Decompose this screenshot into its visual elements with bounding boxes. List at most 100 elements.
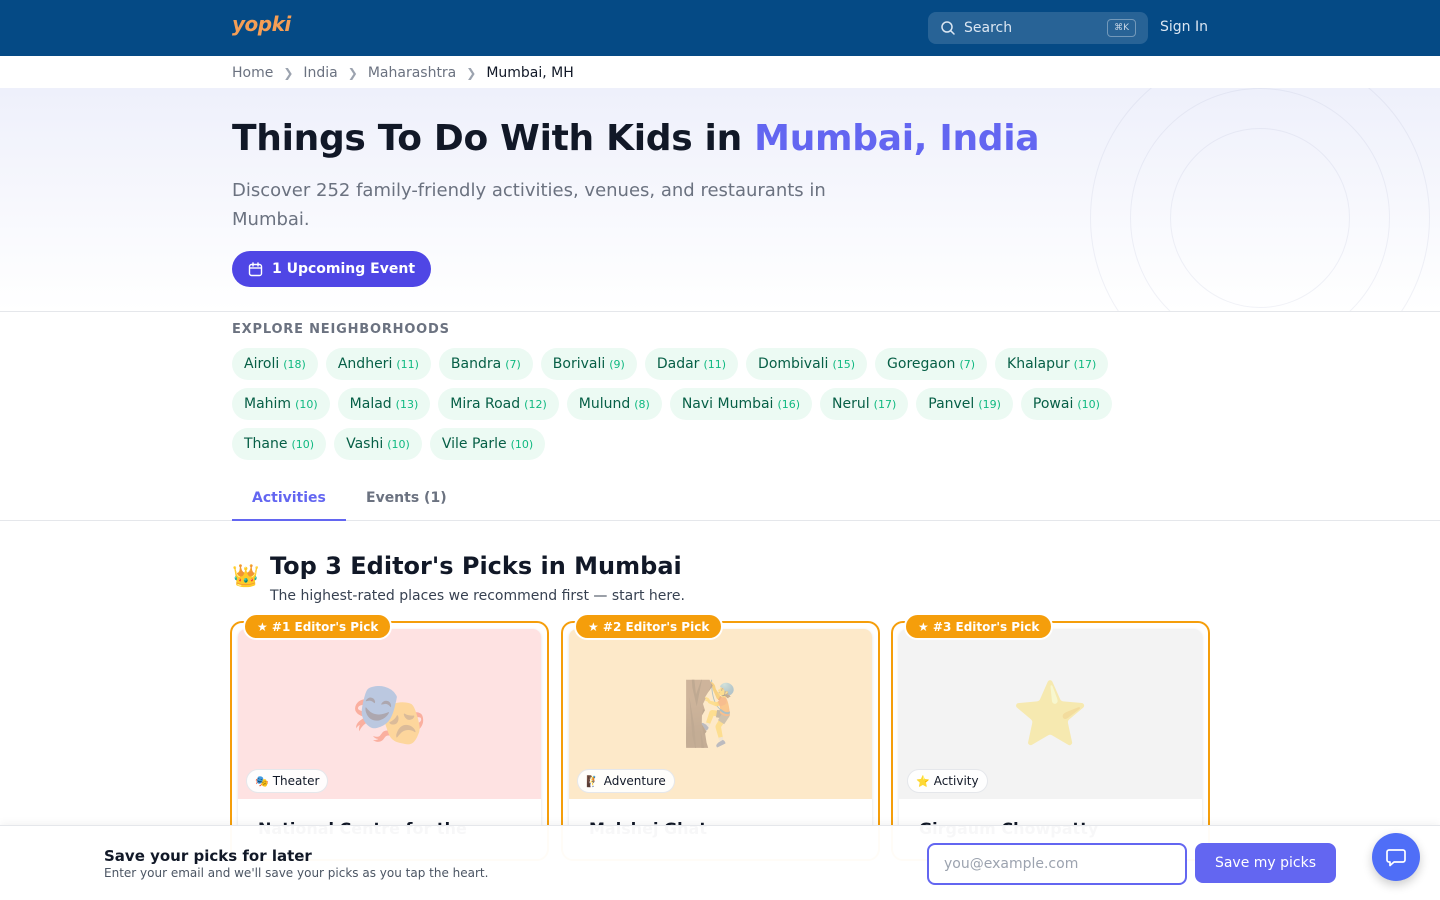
decorative-ring (1170, 128, 1350, 308)
page-title-prefix: Things To Do With Kids in (232, 118, 755, 159)
neighborhood-chip[interactable]: Mulund (8) (566, 388, 662, 420)
top-nav-bar: yopki Search ⌘K Sign In (0, 0, 1440, 56)
chat-bubble-icon (1386, 849, 1406, 867)
category-label: Theater (272, 774, 320, 788)
calendar-icon (248, 261, 263, 276)
neighborhood-chip[interactable]: Andheri (11) (325, 348, 431, 380)
editor-pick-badge: ★ #1 Editor's Pick (243, 613, 393, 640)
neighborhood-chip[interactable]: Thane (10) (232, 428, 327, 460)
crown-icon: 👑 (232, 564, 260, 589)
neighborhood-name: Malad (349, 396, 392, 412)
neighborhood-name: Navi Mumbai (681, 396, 774, 412)
breadcrumb: Home ❯ India ❯ Maharashtra ❯ Mumbai, MH (232, 63, 574, 83)
neighborhood-chip[interactable]: Malad (13) (337, 388, 431, 420)
neighborhood-name: Vashi (346, 436, 384, 452)
neighborhood-count: (19) (978, 397, 1001, 411)
editors-picks-subtitle: The highest-rated places we recommend fi… (270, 588, 685, 604)
star-icon: ⭐ (1011, 677, 1090, 750)
chevron-right-icon: ❯ (466, 66, 477, 80)
neighborhood-chips: Airoli (18) Andheri (11) Bandra (7) Borivali (9… (232, 348, 1142, 460)
page-subtitle: Discover 252 family-friendly activities,… (232, 180, 826, 230)
neighborhood-count: (12) (524, 397, 547, 411)
neighborhood-name: Vile Parle (441, 436, 507, 452)
neighborhoods-heading: EXPLORE NEIGHBORHOODS (232, 322, 450, 337)
breadcrumb-home[interactable]: Home (232, 65, 273, 81)
neighborhood-name: Mira Road (450, 396, 521, 412)
neighborhood-chip[interactable]: Nerul (17) (820, 388, 909, 420)
neighborhood-chip[interactable]: Airoli (18) (232, 348, 318, 380)
neighborhood-chip[interactable]: Goregaon (7) (875, 348, 988, 380)
neighborhood-count: (11) (396, 357, 419, 371)
breadcrumb-india[interactable]: India (303, 65, 337, 81)
neighborhood-chip[interactable]: Dadar (11) (644, 348, 739, 380)
neighborhood-name: Dombivali (758, 356, 829, 372)
search-icon (941, 21, 955, 35)
theater-masks-icon: 🎭 (255, 774, 269, 788)
tab-activities[interactable]: Activities (232, 476, 346, 521)
neighborhood-name: Dadar (656, 356, 700, 372)
category-tag: ⭐ Activity (907, 769, 988, 793)
neighborhood-chip[interactable]: Bandra (7) (438, 348, 533, 380)
neighborhood-name: Thane (244, 436, 288, 452)
neighborhood-chip[interactable]: Dombivali (15) (746, 348, 868, 380)
neighborhood-chip[interactable]: Borivali (9) (540, 348, 637, 380)
neighborhood-name: Andheri (337, 356, 393, 372)
chat-button[interactable] (1372, 833, 1420, 881)
neighborhood-count: (11) (703, 357, 727, 371)
neighborhood-count: (10) (295, 397, 318, 411)
save-picks-subtitle: Enter your email and we'll save your pic… (104, 866, 489, 880)
neighborhood-chip[interactable]: Vashi (10) (334, 428, 422, 460)
neighborhood-name: Powai (1032, 396, 1074, 412)
save-my-picks-button[interactable]: Save my picks (1195, 843, 1336, 883)
breadcrumb-current: Mumbai, MH (486, 65, 574, 81)
chevron-right-icon: ❯ (283, 66, 294, 80)
neighborhood-count: (17) (1073, 357, 1097, 371)
climber-icon: 🧗 (586, 774, 600, 788)
neighborhood-name: Bandra (450, 356, 502, 372)
tab-events[interactable]: Events (1) (346, 476, 467, 520)
neighborhood-chip[interactable]: Khalapur (17) (995, 348, 1109, 380)
breadcrumb-maharashtra[interactable]: Maharashtra (368, 65, 456, 81)
upcoming-events-label: 1 Upcoming Event (272, 261, 416, 277)
editor-pick-badge: ★ #2 Editor's Pick (574, 613, 724, 640)
email-input[interactable] (927, 843, 1187, 885)
neighborhood-count: (13) (395, 397, 419, 411)
neighborhood-chip[interactable]: Vile Parle (10) (429, 428, 546, 460)
neighborhood-name: Borivali (552, 356, 606, 372)
neighborhood-chip[interactable]: Panvel (19) (916, 388, 1013, 420)
neighborhood-count: (7) (959, 357, 976, 371)
neighborhood-name: Khalapur (1007, 356, 1070, 372)
tab-bar: Activities Events (1) (0, 476, 1440, 521)
upcoming-events-button[interactable]: 1 Upcoming Event (232, 251, 432, 287)
category-label: Activity (933, 774, 979, 788)
neighborhood-chip[interactable]: Mahim (10) (232, 388, 330, 420)
climber-icon: 🧗 (681, 677, 760, 750)
neighborhood-chip[interactable]: Mira Road (12) (438, 388, 559, 420)
neighborhood-count: (9) (609, 357, 625, 371)
neighborhood-count: (7) (505, 357, 521, 371)
search-placeholder: Search (964, 20, 1013, 36)
neighborhood-count: (18) (283, 357, 306, 371)
neighborhood-count: (17) (873, 397, 897, 411)
neighborhood-count: (10) (291, 437, 315, 451)
neighborhood-name: Mahim (244, 396, 292, 412)
neighborhood-count: (16) (777, 397, 801, 411)
neighborhood-chip[interactable]: Powai (10) (1020, 388, 1112, 420)
save-picks-title: Save your picks for later (104, 847, 312, 865)
yopki-logo[interactable]: yopki (232, 12, 291, 36)
chevron-right-icon: ❯ (347, 66, 358, 80)
neighborhood-name: Nerul (832, 396, 870, 412)
sign-in-link[interactable]: Sign In (1160, 19, 1208, 35)
category-label: Adventure (603, 774, 666, 788)
neighborhood-name: Panvel (928, 396, 975, 412)
neighborhood-name: Mulund (578, 396, 631, 412)
neighborhood-count: (10) (387, 437, 410, 451)
neighborhood-chip[interactable]: Navi Mumbai (16) (669, 388, 813, 420)
category-tag: 🎭 Theater (246, 769, 329, 793)
neighborhood-count: (8) (634, 397, 650, 411)
page-title: Things To Do With Kids in Mumbai, India (232, 118, 1040, 159)
neighborhood-count: (10) (1077, 397, 1100, 411)
page-title-location: Mumbai, India (754, 118, 1040, 159)
search-box[interactable]: Search ⌘K (928, 12, 1148, 44)
neighborhood-count: (10) (510, 437, 534, 451)
